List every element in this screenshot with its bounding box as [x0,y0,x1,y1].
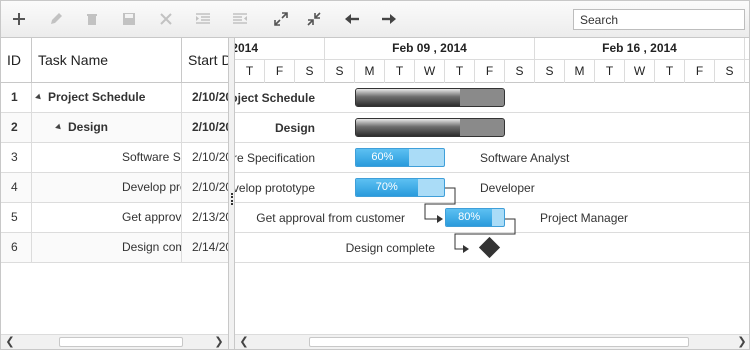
cell-task-name: Get approval from customer [32,203,182,233]
table-row[interactable]: 2 Design 2/10/2014 [1,113,228,143]
cell-id: 6 [1,233,32,263]
cell-start-date: 2/10/2014 [192,120,228,134]
arrow-left-icon[interactable] [340,7,364,31]
scroll-left-icon[interactable]: ❮ [1,335,19,349]
cell-id: 1 [1,83,32,113]
delete-icon[interactable] [80,7,104,31]
table-row[interactable]: 1 Project Schedule 2/10/2014 [1,83,228,113]
add-icon[interactable] [7,7,31,31]
dependency-line [454,218,516,250]
cancel-icon[interactable] [154,7,178,31]
splitter-grip-icon[interactable] [231,193,233,205]
table-row[interactable]: 4 Develop prototype 2/10/2014 [1,173,228,203]
table-row[interactable]: 5 Get approval from customer 2/13/2014 [1,203,228,233]
scrollbar-thumb[interactable] [309,337,689,347]
cell-start-date: 2/14/2014 [192,240,228,254]
chart-horizontal-scrollbar[interactable]: ❮ ❯ [235,334,749,349]
table-row[interactable]: 6 Design complete 2/14/2014 [1,233,228,263]
cell-task-name: Software Specification [32,143,182,173]
arrow-right-icon[interactable] [377,7,401,31]
cell-id: 5 [1,203,32,233]
task-name-text: Develop prototype [122,180,181,194]
cell-start-date: 2/13/2014 [192,210,228,224]
column-header-start-date[interactable]: Start Date [182,38,228,83]
cell-task-name: Develop prototype [32,173,182,203]
cell-task-name: Design complete [32,233,182,263]
save-icon[interactable] [117,7,141,31]
toolbar [1,1,749,38]
cell-task-name: Project Schedule [32,83,182,113]
edit-icon[interactable] [44,7,68,31]
splitter[interactable] [228,38,235,349]
cell-id: 4 [1,173,32,203]
task-name-text: Design [68,120,109,134]
task-name-text: Software Specification [122,150,181,164]
dependency-arrow-icon [437,215,443,223]
scrollbar-thumb[interactable] [59,337,183,347]
collapse-all-icon[interactable] [302,7,326,31]
cell-id: 2 [1,113,32,143]
outdent-icon[interactable] [228,7,252,31]
task-name-text: Get approval from customer [122,210,182,224]
indent-icon[interactable] [191,7,215,31]
collapse-arrow-icon[interactable] [35,93,43,102]
task-name-text: Project Schedule [48,90,146,104]
cell-start-date: 2/10/2014 [192,180,228,194]
gantt-control: ID Task Name Start Date 1 Project Schedul… [0,0,750,350]
search-input[interactable] [573,9,745,30]
scroll-right-icon[interactable]: ❯ [733,335,749,349]
column-header-task-name[interactable]: Task Name [32,38,182,83]
table-row[interactable]: 3 Software Specification 2/10/2014 [1,143,228,173]
expand-all-icon[interactable] [269,7,293,31]
cell-start-date: 2/10/2014 [192,150,228,164]
column-header-id[interactable]: ID [1,38,32,83]
cell-task-name: Design [32,113,182,143]
grid-header: ID Task Name Start Date [1,38,228,83]
grid-horizontal-scrollbar[interactable]: ❮ ❯ [1,334,228,349]
cell-id: 3 [1,143,32,173]
dependency-arrows [424,187,516,253]
scroll-right-icon[interactable]: ❯ [210,335,228,349]
scroll-left-icon[interactable]: ❮ [235,335,253,349]
task-name-text: Design complete [122,240,181,254]
collapse-arrow-icon[interactable] [55,123,63,132]
cell-start-date: 2/10/2014 [192,90,228,104]
gantt-chart: 2014 Feb 09 , 2014 Feb 16 , 2014 TFSSMTW… [235,38,749,349]
dependency-arrow-icon [463,245,469,253]
task-grid: ID Task Name Start Date 1 Project Schedul… [1,38,228,349]
dependency-line [424,187,456,220]
